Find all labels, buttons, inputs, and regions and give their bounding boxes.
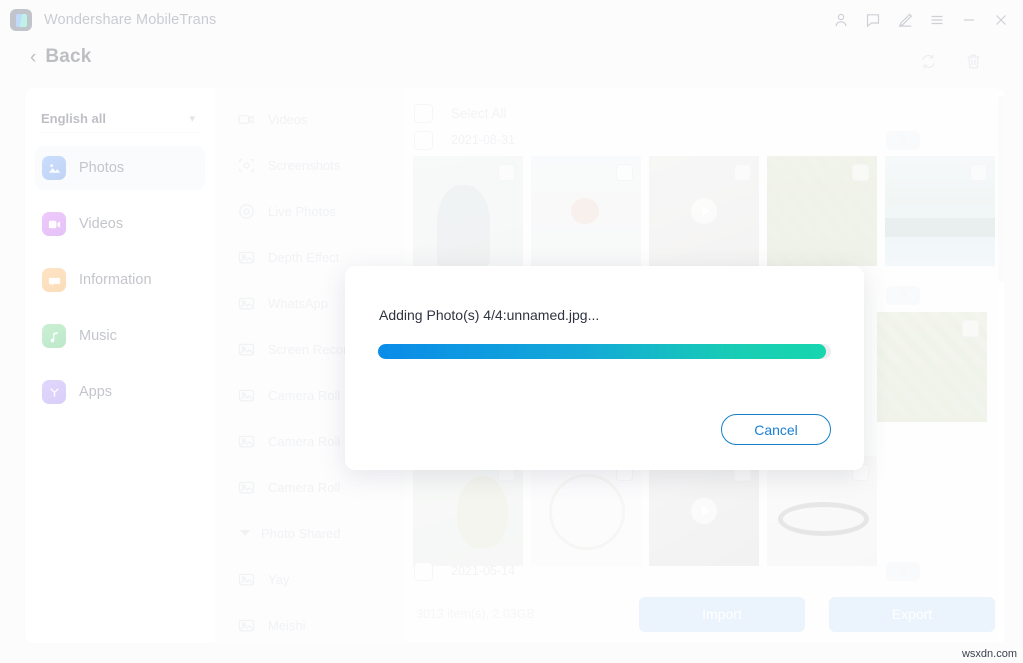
progress-message: Adding Photo(s) 4/4:unnamed.jpg... — [379, 307, 600, 323]
cancel-button[interactable]: Cancel — [721, 414, 831, 445]
progress-dialog: Adding Photo(s) 4/4:unnamed.jpg... Cance… — [345, 266, 864, 470]
watermark: wsxdn.com — [961, 648, 1017, 660]
app-window: Wondershare MobileTrans — [0, 0, 1023, 663]
progress-bar-track — [378, 344, 831, 359]
progress-bar-fill — [378, 344, 827, 359]
